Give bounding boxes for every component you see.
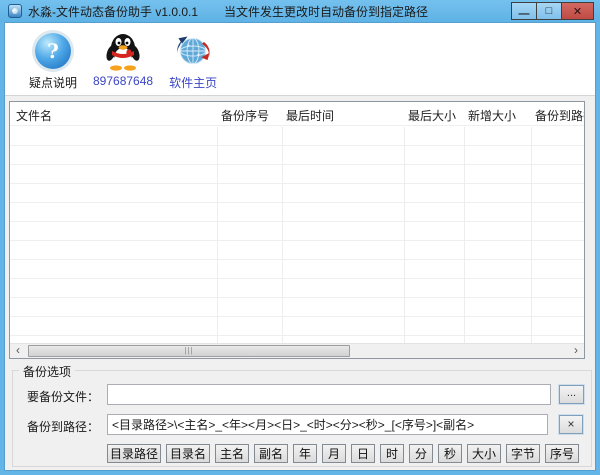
- column-header-3[interactable]: 最后时间: [282, 102, 404, 125]
- qq-penguin-icon: [103, 31, 143, 71]
- app-icon: [8, 4, 22, 18]
- token-button-4[interactable]: 副名: [254, 444, 288, 463]
- globe-icon: [173, 31, 213, 71]
- clear-path-button[interactable]: ×: [559, 415, 583, 434]
- token-button-1[interactable]: 目录路径: [107, 444, 161, 463]
- backup-file-input[interactable]: [107, 384, 551, 405]
- question-mark-icon: ?: [33, 31, 73, 71]
- backup-file-row: 要备份文件： ...: [13, 384, 591, 406]
- file-table: 文件名备份序号最后时间最后大小新增大小备份到路径 ‹ ||| ›: [9, 101, 585, 359]
- toolbar-item-qq-contact[interactable]: 897687648: [93, 31, 153, 88]
- maximize-button[interactable]: □: [536, 2, 561, 20]
- toolbar-item-homepage[interactable]: 软件主页: [165, 31, 221, 91]
- scroll-right-button[interactable]: ›: [568, 344, 584, 358]
- client-area: ? 疑点说明: [4, 22, 596, 471]
- window-status-text: 当文件发生更改时自动备份到指定路径: [224, 3, 428, 20]
- column-header-6[interactable]: 备份到路径: [531, 102, 584, 125]
- column-separator: [404, 127, 405, 343]
- column-header-5[interactable]: 新增大小: [464, 102, 531, 125]
- scroll-thumb-grip-icon: |||: [184, 347, 193, 355]
- backup-path-row: 备份到路径： ×: [13, 414, 591, 436]
- table-header: 文件名备份序号最后时间最后大小新增大小备份到路径: [10, 102, 584, 126]
- token-button-11[interactable]: 大小: [467, 444, 501, 463]
- backup-file-label: 要备份文件：: [27, 388, 99, 405]
- token-button-12[interactable]: 字节: [506, 444, 540, 463]
- toolbar-item-homepage-label: 软件主页: [169, 74, 217, 91]
- token-button-row: 目录路径目录名主名副名年月日时分秒大小字节序号: [107, 444, 579, 463]
- column-header-1[interactable]: 文件名: [10, 102, 217, 125]
- maximize-icon: □: [546, 5, 553, 17]
- window-title: 水淼-文件动态备份助手 v1.0.0.1: [28, 3, 198, 20]
- column-separator: [531, 127, 532, 343]
- toolbar: ? 疑点说明: [5, 23, 595, 96]
- close-button[interactable]: ✕: [561, 2, 594, 20]
- token-button-6[interactable]: 月: [322, 444, 346, 463]
- column-header-2[interactable]: 备份序号: [217, 102, 282, 125]
- browse-button[interactable]: ...: [559, 385, 584, 404]
- horizontal-scrollbar[interactable]: ‹ ||| ›: [10, 343, 584, 358]
- column-separator: [282, 127, 283, 343]
- backup-options-label: 备份选项: [19, 363, 75, 380]
- token-button-10[interactable]: 秒: [438, 444, 462, 463]
- window-controls: — □ ✕: [511, 2, 594, 20]
- minimize-button[interactable]: —: [511, 2, 536, 20]
- toolbar-item-qq-label: 897687648: [93, 74, 153, 88]
- close-icon: ✕: [573, 5, 582, 18]
- token-button-8[interactable]: 时: [380, 444, 404, 463]
- token-button-5[interactable]: 年: [293, 444, 317, 463]
- token-button-13[interactable]: 序号: [545, 444, 579, 463]
- app-window: 水淼-文件动态备份助手 v1.0.0.1 当文件发生更改时自动备份到指定路径 —…: [0, 0, 600, 475]
- toolbar-item-help-label: 疑点说明: [29, 74, 77, 91]
- column-separator: [217, 127, 218, 343]
- toolbar-item-help[interactable]: ? 疑点说明: [25, 31, 81, 91]
- token-button-9[interactable]: 分: [409, 444, 433, 463]
- scroll-left-button[interactable]: ‹: [10, 344, 26, 358]
- titlebar[interactable]: 水淼-文件动态备份助手 v1.0.0.1 当文件发生更改时自动备份到指定路径 —…: [0, 0, 600, 22]
- minimize-icon: —: [519, 8, 530, 20]
- token-button-7[interactable]: 日: [351, 444, 375, 463]
- column-separator: [464, 127, 465, 343]
- backup-path-input[interactable]: [107, 414, 548, 435]
- table-body[interactable]: [10, 127, 584, 343]
- token-button-3[interactable]: 主名: [215, 444, 249, 463]
- scroll-thumb[interactable]: |||: [28, 345, 350, 357]
- token-button-2[interactable]: 目录名: [166, 444, 210, 463]
- backup-path-label: 备份到路径：: [27, 418, 99, 435]
- column-header-4[interactable]: 最后大小: [404, 102, 464, 125]
- backup-options-group: 备份选项 要备份文件： ... 备份到路径： × 目录路径目录名主名副名年月日时…: [12, 370, 592, 467]
